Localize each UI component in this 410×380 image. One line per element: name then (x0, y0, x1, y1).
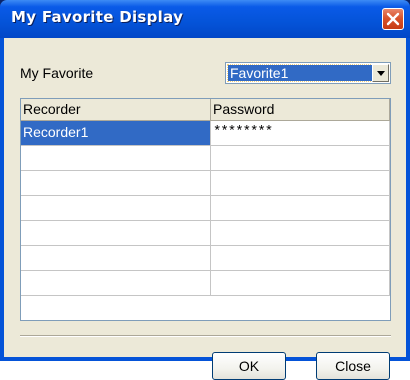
table-row[interactable] (21, 271, 390, 296)
recorder-cell[interactable] (21, 196, 211, 221)
password-cell[interactable] (211, 146, 390, 171)
dialog-body: My Favorite Favorite1 Recorder Password … (4, 38, 406, 380)
password-cell[interactable] (211, 246, 390, 271)
divider (20, 335, 391, 337)
chevron-down-icon (377, 71, 385, 76)
password-cell[interactable] (211, 171, 390, 196)
recorder-cell[interactable] (21, 221, 211, 246)
table-row[interactable]: Recorder1 ******** (21, 121, 390, 146)
close-window-button[interactable] (382, 8, 404, 30)
table-row[interactable] (21, 196, 390, 221)
table-header: Recorder Password (21, 99, 390, 121)
recorder-cell[interactable] (21, 271, 211, 296)
password-cell[interactable]: ******** (211, 121, 390, 146)
column-header-password[interactable]: Password (211, 99, 390, 121)
password-cell[interactable] (211, 221, 390, 246)
table-row[interactable] (21, 171, 390, 196)
recorder-cell[interactable] (21, 246, 211, 271)
window-title: My Favorite Display (11, 8, 184, 26)
close-button[interactable]: Close (316, 352, 390, 380)
table-row[interactable] (21, 221, 390, 246)
favorite-select-toggle[interactable] (372, 64, 389, 82)
recorder-table[interactable]: Recorder Password Recorder1 ******** (20, 98, 391, 321)
close-icon (386, 12, 400, 26)
favorite-select[interactable]: Favorite1 (225, 62, 391, 84)
table-row[interactable] (21, 246, 390, 271)
recorder-cell[interactable] (21, 171, 211, 196)
recorder-cell[interactable]: Recorder1 (21, 121, 211, 146)
dialog-window: My Favorite Display My Favorite Favorite… (0, 0, 410, 380)
password-cell[interactable] (211, 271, 390, 296)
column-header-recorder[interactable]: Recorder (21, 99, 211, 121)
favorite-select-value: Favorite1 (227, 64, 373, 82)
favorite-label: My Favorite (20, 65, 94, 81)
window-frame-right (406, 38, 410, 361)
ok-button[interactable]: OK (212, 352, 286, 380)
recorder-cell[interactable] (21, 146, 211, 171)
title-bar[interactable]: My Favorite Display (0, 0, 410, 38)
password-cell[interactable] (211, 196, 390, 221)
table-row[interactable] (21, 146, 390, 171)
